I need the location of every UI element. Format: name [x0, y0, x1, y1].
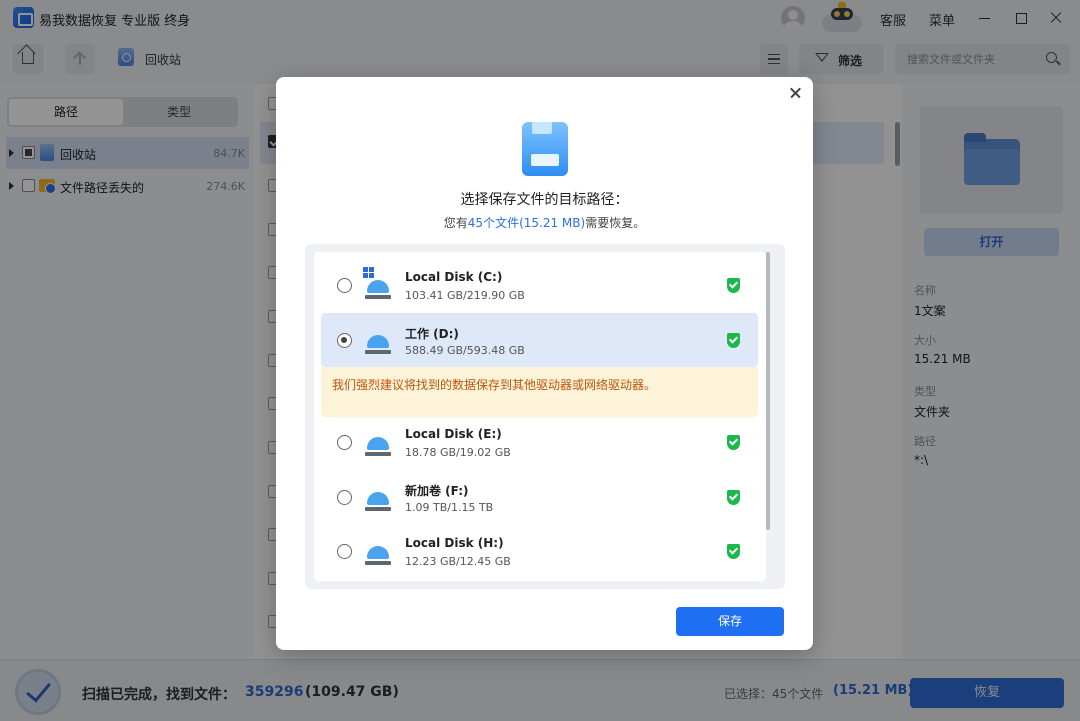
dialog-subtitle: 您有45个文件(15.21 MB)需要恢复。	[276, 214, 813, 231]
drive-usage: 103.41 GB/219.90 GB	[405, 289, 525, 302]
drive-option-e[interactable]: Local Disk (E:) 18.78 GB/19.02 GB	[321, 415, 758, 469]
safe-shield-icon	[727, 544, 740, 559]
subtitle-file-count: 45个文件(15.21 MB)	[467, 216, 586, 230]
drive-name: Local Disk (C:)	[405, 270, 503, 284]
drive-radio[interactable]	[337, 333, 352, 348]
save-disk-icon	[522, 122, 568, 176]
drive-name: Local Disk (H:)	[405, 536, 504, 550]
safe-shield-icon	[727, 333, 740, 348]
warning-banner: 我们强烈建议将找到的数据保存到其他驱动器或网络驱动器。	[321, 367, 758, 417]
drive-list-scrollbar[interactable]	[766, 252, 770, 530]
drive-usage: 588.49 GB/593.48 GB	[405, 344, 525, 357]
drive-radio[interactable]	[337, 544, 352, 559]
save-location-dialog: 选择保存文件的目标路径： 您有45个文件(15.21 MB)需要恢复。 Loca…	[276, 77, 813, 650]
drive-radio[interactable]	[337, 435, 352, 450]
hard-disk-icon	[365, 488, 391, 512]
dialog-title: 选择保存文件的目标路径：	[460, 192, 629, 208]
drive-radio[interactable]	[337, 278, 352, 293]
drive-list: Local Disk (C:) 103.41 GB/219.90 GB 工作 (…	[305, 244, 785, 589]
drive-name: 工作 (D:)	[405, 327, 459, 341]
subtitle-suffix: 需要恢复。	[585, 216, 646, 230]
drive-name: 新加卷 (F:)	[405, 484, 469, 498]
drive-usage: 12.23 GB/12.45 GB	[405, 555, 511, 568]
drive-option-f[interactable]: 新加卷 (F:) 1.09 TB/1.15 TB	[321, 470, 758, 524]
hard-disk-icon	[365, 433, 391, 457]
hard-disk-icon	[365, 276, 391, 300]
safe-shield-icon	[727, 490, 740, 505]
hard-disk-icon	[365, 542, 391, 566]
drive-usage: 1.09 TB/1.15 TB	[405, 501, 494, 514]
drive-name: Local Disk (E:)	[405, 427, 502, 441]
drive-radio[interactable]	[337, 490, 352, 505]
drive-option-d[interactable]: 工作 (D:) 588.49 GB/593.48 GB	[321, 313, 758, 367]
warning-text: 我们强烈建议将找到的数据保存到其他驱动器或网络驱动器。	[332, 378, 657, 392]
drive-usage: 18.78 GB/19.02 GB	[405, 446, 511, 459]
safe-shield-icon	[727, 435, 740, 450]
hard-disk-icon	[365, 331, 391, 355]
close-icon[interactable]	[789, 86, 803, 100]
safe-shield-icon	[727, 278, 740, 293]
save-button[interactable]: 保存	[676, 607, 784, 636]
drive-list-inner: Local Disk (C:) 103.41 GB/219.90 GB 工作 (…	[314, 252, 766, 581]
drive-option-h[interactable]: Local Disk (H:) 12.23 GB/12.45 GB	[321, 524, 758, 578]
drive-option-c[interactable]: Local Disk (C:) 103.41 GB/219.90 GB	[321, 258, 758, 312]
subtitle-prefix: 您有	[443, 216, 468, 230]
